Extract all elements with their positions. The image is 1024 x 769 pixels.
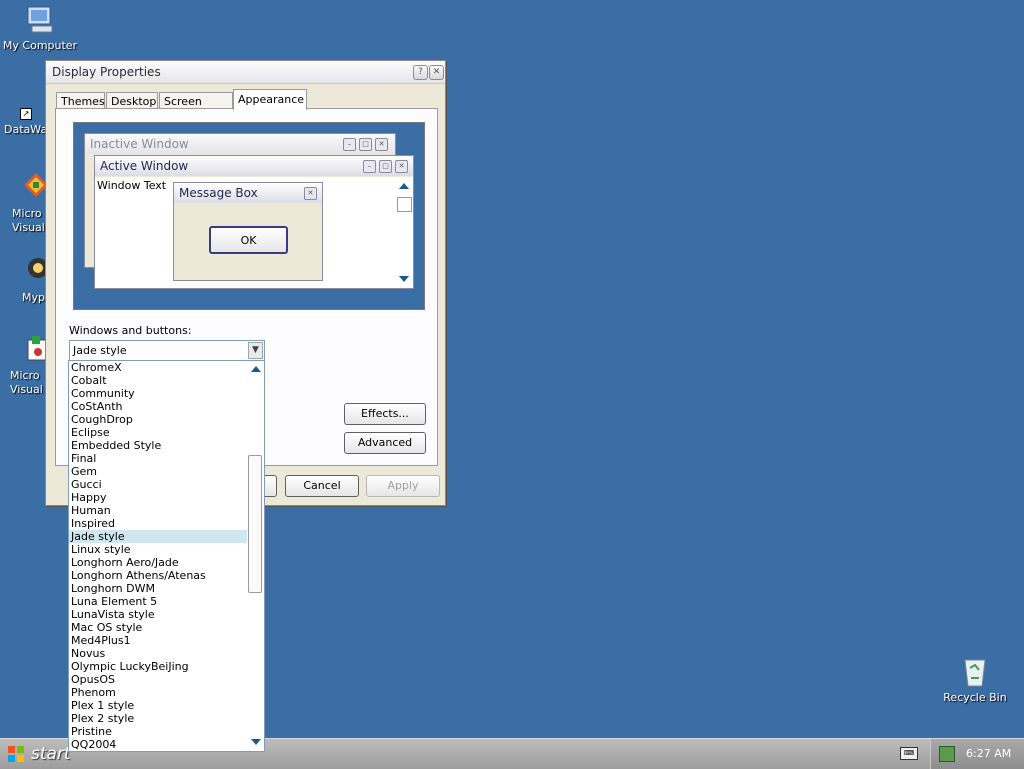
desktop-icon-recycle-bin[interactable]: Recycle Bin bbox=[935, 656, 1015, 705]
scroll-thumb[interactable] bbox=[248, 455, 262, 593]
scroll-up-icon bbox=[399, 183, 409, 189]
window-text: Window Text bbox=[97, 179, 167, 192]
dropdown-list: ChromeX Cobalt Community CoStAnth CoughDrop E… bbox=[69, 361, 248, 751]
dropdown-item[interactable]: LunaVista style bbox=[69, 608, 248, 621]
dropdown-item[interactable]: Longhorn Athens/Atenas bbox=[69, 569, 248, 582]
dropdown-item[interactable]: CoughDrop bbox=[69, 413, 248, 426]
close-button[interactable]: ✕ bbox=[429, 65, 444, 80]
scroll-thumb bbox=[397, 197, 412, 212]
maximize-icon: □ bbox=[379, 160, 392, 173]
network-icon[interactable] bbox=[939, 746, 955, 762]
inactive-window-title: Inactive Window – □ ✕ bbox=[85, 134, 395, 154]
dropdown-item[interactable]: CoStAnth bbox=[69, 400, 248, 413]
desktop-icon-label: DataWa bbox=[4, 123, 48, 136]
preview-scrollbar bbox=[395, 177, 413, 288]
cancel-button[interactable]: Cancel bbox=[285, 475, 359, 497]
windows-and-buttons-dropdown[interactable]: ChromeX Cobalt Community CoStAnth CoughDrop E… bbox=[68, 360, 265, 752]
message-box-preview: Message Box ✕ OK bbox=[173, 182, 323, 281]
close-icon: ✕ bbox=[304, 187, 317, 200]
desktop-icon-label: Myp bbox=[22, 291, 45, 304]
dropdown-item[interactable]: Eclipse bbox=[69, 426, 248, 439]
window-title: Display Properties bbox=[52, 65, 161, 79]
start-label: start bbox=[31, 744, 71, 764]
dropdown-item[interactable]: Mac OS style bbox=[69, 621, 248, 634]
message-box-title: Message Box ✕ bbox=[174, 183, 322, 203]
dropdown-item[interactable]: Plex 2 style bbox=[69, 712, 248, 725]
system-tray: 6:27 AM bbox=[930, 739, 1024, 769]
start-button[interactable]: start bbox=[0, 739, 72, 769]
dropdown-item[interactable]: Novus bbox=[69, 647, 248, 660]
dropdown-item[interactable]: Embedded Style bbox=[69, 439, 248, 452]
desktop-icon-label: My Computer bbox=[2, 39, 78, 52]
minimize-icon: – bbox=[363, 160, 376, 173]
dropdown-item[interactable]: Gem bbox=[69, 465, 248, 478]
close-icon: ✕ bbox=[395, 160, 408, 173]
desktop-icon-label: Micro Visual bbox=[12, 207, 45, 234]
dropdown-item[interactable]: Gucci bbox=[69, 478, 248, 491]
effects-button[interactable]: Effects... bbox=[344, 403, 426, 425]
windows-and-buttons-select[interactable]: Jade style ▼ bbox=[69, 340, 265, 361]
desktop-icon-micro-visual-2[interactable]: Micro Visual bbox=[0, 334, 50, 397]
dropdown-item[interactable]: Final bbox=[69, 452, 248, 465]
appearance-preview: Inactive Window – □ ✕ Active Window – □ … bbox=[73, 122, 425, 310]
recycle-bin-icon bbox=[959, 656, 991, 688]
help-button[interactable]: ? bbox=[413, 65, 428, 80]
dropdown-item[interactable]: OpusOS bbox=[69, 673, 248, 686]
ok-button-preview: OK bbox=[209, 226, 288, 254]
active-window-title: Active Window – □ ✕ bbox=[95, 156, 413, 176]
dropdown-item[interactable]: Luna Element 5 bbox=[69, 595, 248, 608]
desktop-icon-micro-visual-1[interactable]: Micro Visual bbox=[0, 172, 50, 235]
keyboard-icon[interactable]: ⌨ bbox=[900, 747, 918, 760]
desktop-icon-label: Recycle Bin bbox=[943, 691, 1007, 704]
advanced-button[interactable]: Advanced bbox=[344, 432, 426, 454]
dropdown-item[interactable]: QQ2004 bbox=[69, 738, 248, 751]
selected-style-value: Jade style bbox=[73, 344, 127, 357]
apply-button[interactable]: Apply bbox=[366, 475, 440, 497]
tab-appearance[interactable]: Appearance bbox=[233, 89, 307, 110]
shortcut-icon: ↗ bbox=[20, 88, 40, 120]
dropdown-scrollbar[interactable] bbox=[247, 361, 264, 751]
tab-desktop[interactable]: Desktop bbox=[106, 92, 158, 109]
windows-and-buttons-label: Windows and buttons: bbox=[69, 324, 192, 337]
dropdown-item[interactable]: Inspired bbox=[69, 517, 248, 530]
dropdown-item[interactable]: Olympic LuckyBeiJing bbox=[69, 660, 248, 673]
close-icon: ✕ bbox=[375, 138, 388, 151]
dropdown-item[interactable]: Med4Plus1 bbox=[69, 634, 248, 647]
tab-screen-saver[interactable]: Screen Saver bbox=[159, 92, 233, 125]
desktop-icon-my-computer[interactable]: My Computer bbox=[0, 4, 80, 53]
dropdown-item[interactable]: Plex 1 style bbox=[69, 699, 248, 712]
desktop-icon-datawa[interactable]: ↗ DataWa bbox=[0, 88, 50, 137]
title-bar[interactable]: Display Properties ? ✕ bbox=[46, 61, 445, 84]
dropdown-item[interactable]: Longhorn DWM bbox=[69, 582, 248, 595]
dropdown-item[interactable]: Longhorn Aero/Jade bbox=[69, 556, 248, 569]
dropdown-item[interactable]: Phenom bbox=[69, 686, 248, 699]
dropdown-item[interactable]: Pristine bbox=[69, 725, 248, 738]
dropdown-item[interactable]: Human bbox=[69, 504, 248, 517]
dropdown-item[interactable]: Jade style bbox=[69, 530, 248, 543]
dropdown-item[interactable]: Happy bbox=[69, 491, 248, 504]
computer-icon bbox=[24, 4, 56, 36]
tab-themes[interactable]: Themes bbox=[56, 92, 105, 109]
maximize-icon: □ bbox=[359, 138, 372, 151]
minimize-icon: – bbox=[343, 138, 356, 151]
windows-logo-icon bbox=[8, 746, 24, 762]
scroll-up-icon[interactable] bbox=[251, 366, 261, 372]
dropdown-item[interactable]: ChromeX bbox=[69, 361, 248, 374]
dropdown-item[interactable]: Linux style bbox=[69, 543, 248, 556]
dropdown-item[interactable]: Community bbox=[69, 387, 248, 400]
dropdown-item[interactable]: Cobalt bbox=[69, 374, 248, 387]
shortcut-arrow-icon: ↗ bbox=[20, 108, 32, 120]
desktop-icon-label: Micro Visual bbox=[10, 369, 43, 396]
chevron-down-icon[interactable]: ▼ bbox=[248, 342, 263, 359]
scroll-down-icon[interactable] bbox=[251, 739, 261, 745]
clock[interactable]: 6:27 AM bbox=[966, 747, 1011, 760]
scroll-down-icon bbox=[399, 276, 409, 282]
desktop-icon-myp[interactable]: Myp bbox=[0, 256, 50, 305]
